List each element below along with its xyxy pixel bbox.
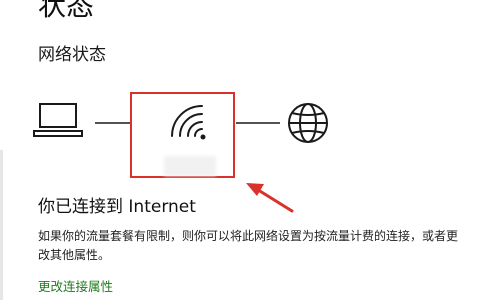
laptop-icon [33, 103, 83, 137]
page-title: 状态 [38, 0, 95, 22]
globe-icon [288, 103, 328, 143]
connected-status-text: 你已连接到 Internet [38, 197, 196, 217]
change-connection-properties-link[interactable]: 更改连接属性 [38, 278, 113, 296]
metered-connection-description: 如果你的流量套餐有限制，则你可以将此网络设置为按流量计费的连接，或者更改其他属性… [38, 229, 459, 262]
network-status-heading: 网络状态 [38, 45, 106, 65]
wifi-icon [171, 105, 206, 140]
left-scroll-strip [0, 150, 3, 300]
network-name-blurred [164, 156, 216, 176]
annotation-arrow [246, 183, 294, 213]
